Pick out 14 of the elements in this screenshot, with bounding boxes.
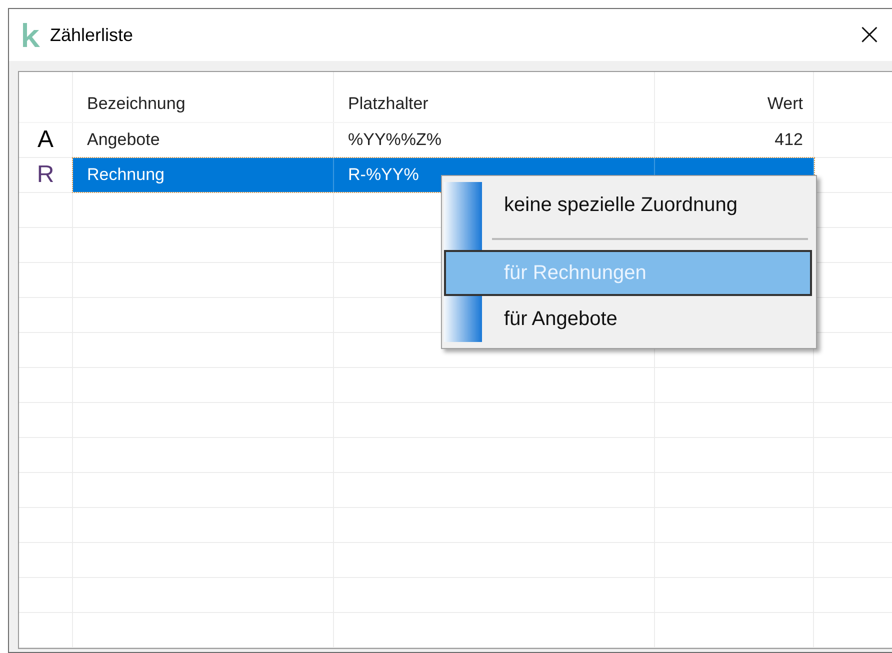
window-title: Zählerliste (50, 24, 134, 46)
app-logo-icon (20, 22, 42, 48)
menu-item[interactable]: für Angebote (444, 296, 812, 342)
row-letter: R (36, 161, 54, 189)
table-cell: R-%YY% (348, 165, 419, 185)
row-letter: A (37, 126, 54, 154)
table-cell: 412 (774, 130, 803, 150)
column-header[interactable]: Wert (767, 94, 803, 114)
column-header[interactable]: Bezeichnung (87, 94, 186, 114)
table-cell: %YY%%Z% (348, 130, 442, 150)
column-header[interactable]: Platzhalter (348, 94, 428, 114)
table-cell: Angebote (87, 130, 160, 150)
menu-item[interactable]: keine spezielle Zuordnung (444, 182, 812, 228)
table-cell: Rechnung (87, 165, 165, 185)
